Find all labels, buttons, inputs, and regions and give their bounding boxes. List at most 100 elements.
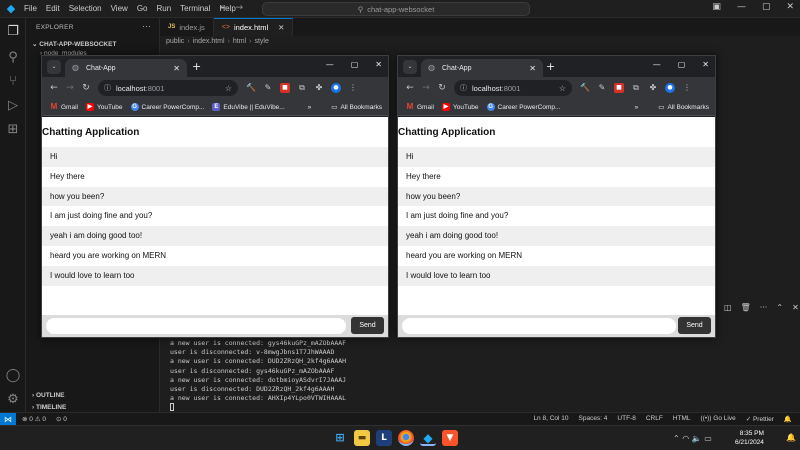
message-input[interactable] — [46, 318, 346, 334]
menu-selection[interactable]: Selection — [69, 4, 102, 13]
extensions-puzzle-icon[interactable]: ✤ — [648, 83, 658, 93]
volume-icon[interactable]: 🔈 — [692, 434, 702, 443]
close-tab-icon[interactable]: ✕ — [278, 23, 284, 32]
workspace-folder[interactable]: ⌄ CHAT-APP-WEBSOCKET — [32, 40, 116, 48]
vscode-taskbar-icon[interactable]: ◆ — [420, 430, 436, 446]
terminal-output[interactable]: a new user is connected: gys46kuGPz_mAZO… — [170, 339, 346, 413]
close-icon[interactable]: ✕ — [786, 2, 794, 12]
command-center-search[interactable]: ⚲ chat-app-websocket — [262, 2, 530, 16]
menu-terminal[interactable]: Terminal — [180, 4, 210, 13]
close-tab-icon[interactable]: ✕ — [529, 64, 536, 73]
breadcrumb-item[interactable]: index.html — [193, 38, 225, 45]
chrome-tab[interactable]: ◍ Chat-App ✕ — [65, 59, 187, 77]
problems-status[interactable]: ⊗ 0 ⚠ 0 — [22, 415, 46, 423]
minimize-icon[interactable]: — — [326, 60, 334, 69]
menu-view[interactable]: View — [111, 4, 128, 13]
account-icon[interactable]: ◯ — [5, 368, 21, 384]
minimize-icon[interactable]: — — [653, 60, 661, 69]
bookmark-career[interactable]: G Career PowerComp... — [486, 103, 560, 111]
menu-edit[interactable]: Edit — [46, 4, 60, 13]
send-button[interactable]: Send — [351, 317, 384, 334]
profile-avatar[interactable]: ● — [665, 83, 675, 93]
forward-arrow-icon[interactable]: → — [418, 83, 434, 93]
source-control-icon[interactable]: ⑂ — [5, 74, 21, 90]
close-icon[interactable]: ✕ — [702, 60, 709, 69]
extension-red-icon[interactable]: ■ — [614, 83, 624, 93]
breadcrumb-item[interactable]: style — [254, 38, 268, 45]
extensions-icon[interactable]: ⊞ — [5, 122, 21, 138]
encoding[interactable]: UTF-8 — [617, 415, 635, 423]
tab-search-icon[interactable]: ⌄ — [403, 60, 417, 74]
split-terminal-icon[interactable]: ◫ — [724, 303, 732, 312]
bookmark-career[interactable]: G Career PowerComp... — [130, 103, 204, 111]
notification-icon[interactable]: 🔔 — [786, 433, 796, 442]
close-tab-icon[interactable]: ✕ — [173, 64, 180, 73]
close-panel-icon[interactable]: ✕ — [792, 303, 799, 312]
back-arrow-icon[interactable]: ← — [220, 3, 236, 13]
extension-tool-icon[interactable]: 🔨 — [580, 83, 590, 93]
extension-copy-icon[interactable]: ⧉ — [297, 83, 307, 93]
taskbar-clock[interactable]: 8:35 PM 6/21/2024 — [735, 429, 764, 447]
bookmark-gmail[interactable]: M Gmail — [406, 103, 434, 111]
new-tab-icon[interactable]: + — [546, 60, 555, 73]
wifi-icon[interactable]: ◠ — [682, 434, 689, 443]
address-bar[interactable]: ⓘ localhost:8001 ☆ — [98, 80, 238, 96]
eyedropper-icon[interactable]: ✎ — [597, 83, 607, 93]
ports-status[interactable]: ⊙ 0 — [56, 415, 67, 423]
forward-arrow-icon[interactable]: → — [62, 83, 78, 93]
breadcrumb-item[interactable]: html — [233, 38, 246, 45]
eyedropper-icon[interactable]: ✎ — [263, 83, 273, 93]
chrome-menu-icon[interactable]: ⋮ — [348, 83, 358, 93]
run-debug-icon[interactable]: ▷ — [5, 98, 21, 114]
extension-red-icon[interactable]: ■ — [280, 83, 290, 93]
all-bookmarks[interactable]: ▭ All Bookmarks — [658, 103, 709, 112]
cursor-position[interactable]: Ln 8, Col 10 — [533, 415, 568, 423]
menu-run[interactable]: Run — [156, 4, 171, 13]
file-explorer-icon[interactable]: ▬ — [354, 430, 370, 446]
menu-file[interactable]: File — [24, 4, 37, 13]
site-info-icon[interactable]: ⓘ — [104, 83, 111, 93]
profile-avatar[interactable]: ● — [331, 83, 341, 93]
outline-section[interactable]: › OUTLINE — [32, 392, 65, 399]
back-arrow-icon[interactable]: ← — [402, 83, 418, 93]
search-icon[interactable]: ⚲ — [5, 50, 21, 66]
bookmark-star-icon[interactable]: ☆ — [559, 84, 566, 93]
extension-copy-icon[interactable]: ⧉ — [631, 83, 641, 93]
tab-search-icon[interactable]: ⌄ — [47, 60, 61, 74]
line-ending[interactable]: CRLF — [646, 415, 663, 423]
tray-overflow-icon[interactable]: ⌃ — [673, 434, 680, 443]
bookmark-star-icon[interactable]: ☆ — [225, 84, 232, 93]
address-bar[interactable]: ⓘ localhost:8001 ☆ — [454, 80, 572, 96]
bookmark-eduvibe[interactable]: E EduVibe || EduVibe... — [212, 103, 285, 111]
notifications-bell-icon[interactable]: 🔔 — [784, 415, 792, 423]
forward-arrow-icon[interactable]: → — [236, 3, 252, 13]
site-info-icon[interactable]: ⓘ — [460, 83, 467, 93]
chrome-tab[interactable]: ◍ Chat-App ✕ — [421, 59, 543, 77]
breadcrumb-item[interactable]: public — [166, 38, 184, 45]
back-arrow-icon[interactable]: ← — [46, 83, 62, 93]
windows-start-icon[interactable]: ⊞ — [332, 430, 348, 446]
send-button[interactable]: Send — [678, 317, 711, 334]
explorer-icon[interactable]: ❐ — [5, 24, 21, 40]
reload-icon[interactable]: ↻ — [434, 83, 450, 93]
remote-indicator-icon[interactable]: ⋈ — [0, 412, 16, 426]
language-mode[interactable]: HTML — [673, 415, 691, 423]
settings-gear-icon[interactable]: ⚙ — [5, 392, 21, 408]
close-icon[interactable]: ✕ — [375, 60, 382, 69]
indentation[interactable]: Spaces: 4 — [579, 415, 608, 423]
all-bookmarks[interactable]: ▭ All Bookmarks — [331, 103, 382, 112]
tab-index-html[interactable]: <> index.html ✕ — [213, 18, 294, 36]
extensions-puzzle-icon[interactable]: ✤ — [314, 83, 324, 93]
maximize-icon[interactable]: ▢ — [762, 2, 771, 12]
minimize-icon[interactable]: — — [737, 2, 746, 12]
tab-index-js[interactable]: JS index.js — [160, 18, 214, 36]
menu-go[interactable]: Go — [137, 4, 148, 13]
chrome-menu-icon[interactable]: ⋮ — [682, 83, 692, 93]
maximize-icon[interactable]: ▢ — [351, 60, 359, 69]
more-actions-icon[interactable]: ··· — [760, 303, 768, 312]
timeline-section[interactable]: › TIMELINE — [32, 404, 66, 411]
chrome-taskbar-icon[interactable] — [398, 430, 414, 446]
maximize-panel-icon[interactable]: ⌃ — [776, 303, 783, 312]
app-l-icon[interactable]: L — [376, 430, 392, 446]
layout-icon[interactable]: ▣ — [712, 2, 721, 12]
